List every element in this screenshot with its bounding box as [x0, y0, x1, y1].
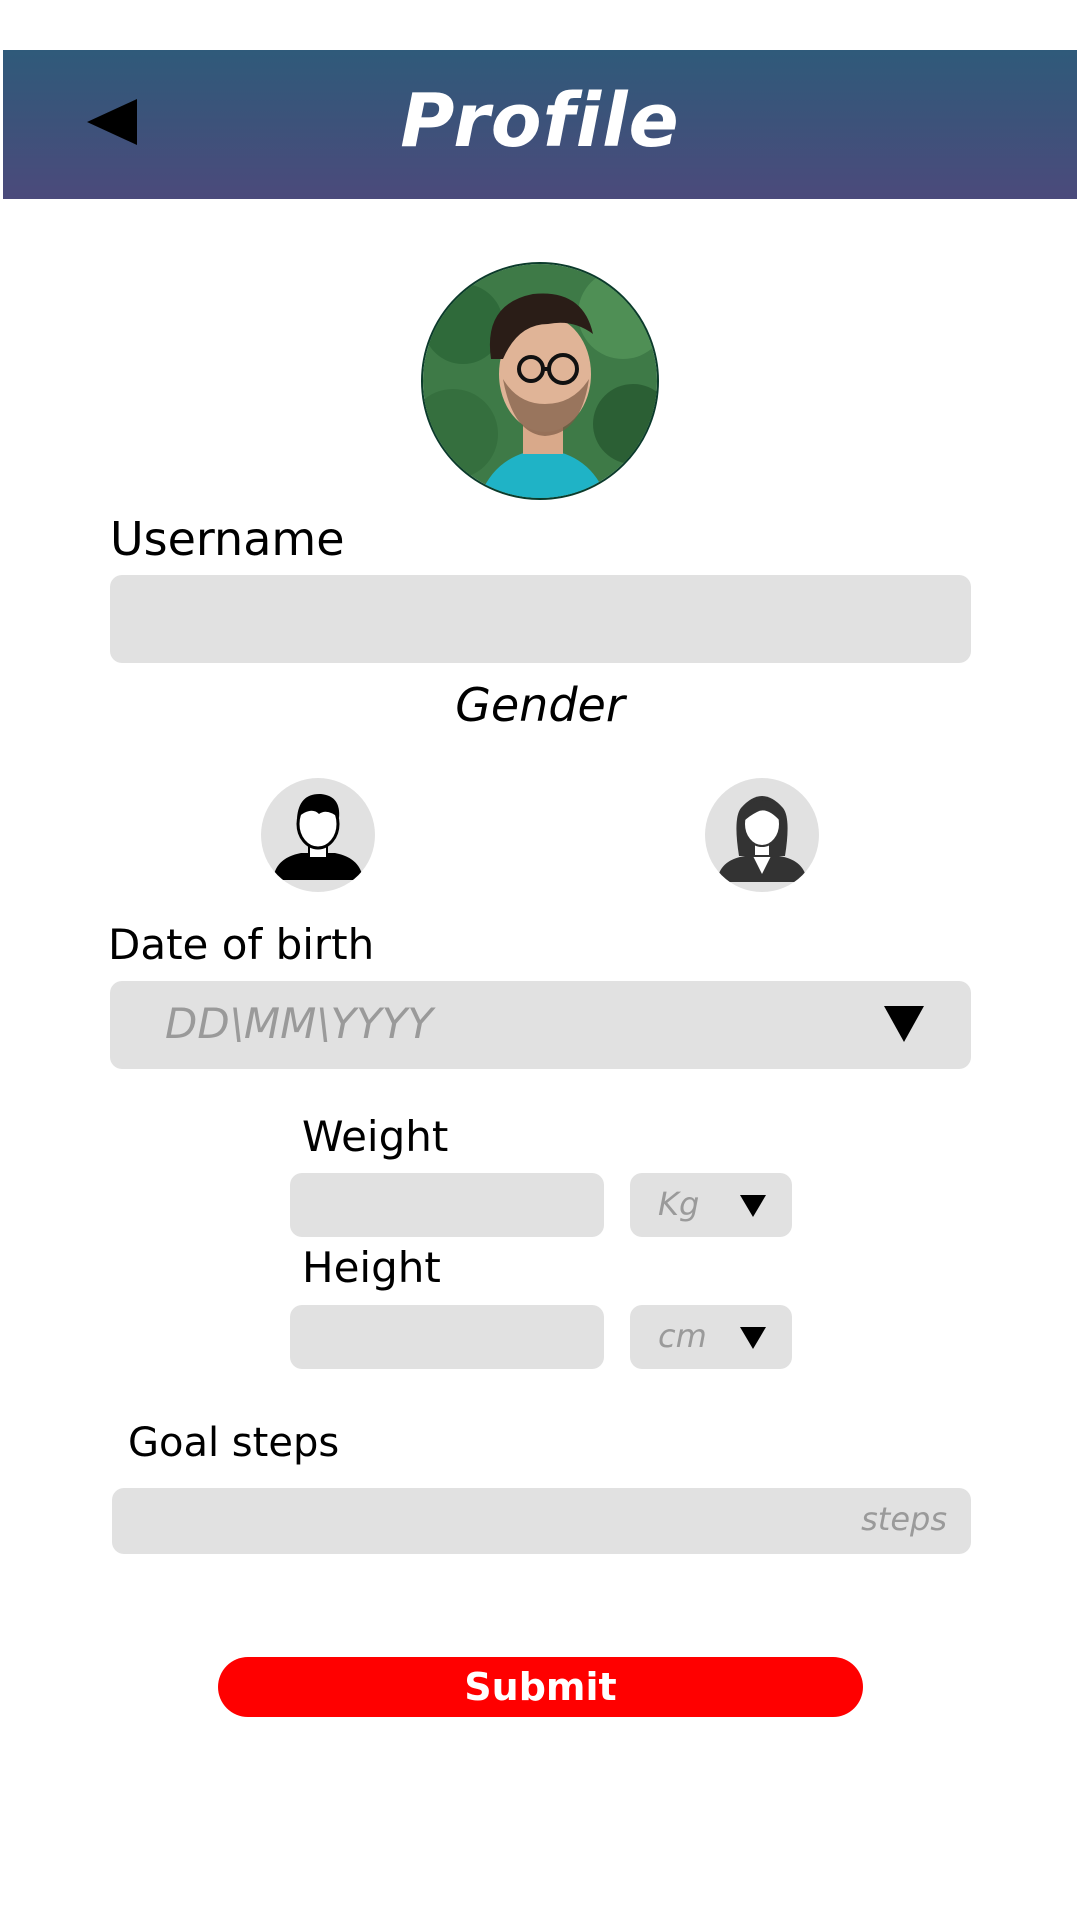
weight-input[interactable] — [290, 1173, 604, 1237]
height-label: Height — [302, 1243, 441, 1292]
dob-select[interactable]: DD\MM\YYYY — [110, 981, 971, 1069]
submit-button[interactable]: Submit — [218, 1657, 863, 1717]
dropdown-arrow-icon — [884, 1006, 924, 1042]
weight-unit-select[interactable]: Kg — [630, 1173, 792, 1237]
height-input[interactable] — [290, 1305, 604, 1369]
dropdown-arrow-icon — [740, 1195, 766, 1217]
dob-placeholder: DD\MM\YYYY — [165, 999, 434, 1048]
height-unit-select[interactable]: cm — [630, 1305, 792, 1369]
goal-steps-input[interactable]: steps — [112, 1488, 971, 1554]
female-avatar-icon — [717, 796, 807, 882]
goal-steps-placeholder: steps — [861, 1500, 947, 1538]
username-label: Username — [110, 512, 345, 566]
gender-male-option[interactable] — [261, 778, 375, 892]
profile-photo[interactable] — [421, 262, 659, 500]
height-unit-value: cm — [658, 1317, 707, 1355]
dropdown-arrow-icon — [740, 1327, 766, 1349]
dob-label: Date of birth — [108, 920, 375, 969]
goal-steps-label: Goal steps — [128, 1420, 340, 1466]
gender-label: Gender — [455, 678, 625, 732]
weight-label: Weight — [302, 1112, 449, 1161]
app-header: Profile — [3, 50, 1077, 199]
male-avatar-icon — [273, 793, 363, 880]
gender-female-option[interactable] — [705, 778, 819, 892]
weight-unit-value: Kg — [658, 1185, 700, 1223]
page-title: Profile — [400, 78, 680, 164]
profile-photo-image — [423, 264, 657, 498]
username-input[interactable] — [110, 575, 971, 663]
